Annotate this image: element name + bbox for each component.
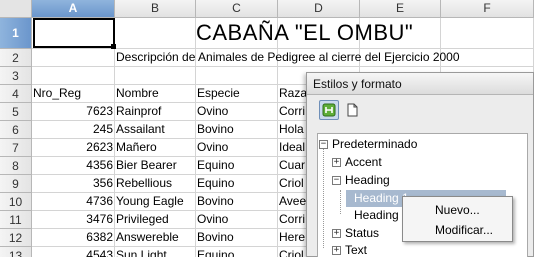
page-styles-button[interactable] bbox=[342, 100, 362, 120]
column-header-c[interactable]: C bbox=[196, 0, 278, 18]
cell-especie[interactable]: Equino bbox=[196, 175, 278, 193]
cell[interactable] bbox=[115, 18, 196, 49]
tree-item-heading-2[interactable]: Heading 2 bbox=[354, 207, 409, 224]
cell-nro-reg[interactable]: 3476 bbox=[32, 211, 115, 229]
cell-especie[interactable]: Bovino bbox=[196, 193, 278, 211]
row-header-5[interactable]: 5 bbox=[0, 103, 32, 121]
cell-especie[interactable]: Ovino bbox=[196, 103, 278, 121]
cell-especie[interactable]: Bovino bbox=[196, 121, 278, 139]
select-all-corner[interactable] bbox=[0, 0, 32, 18]
cell-nombre[interactable]: Rainprof bbox=[115, 103, 196, 121]
cell-nro-reg[interactable]: 4356 bbox=[32, 157, 115, 175]
menu-item-modify[interactable]: Modificar... bbox=[403, 220, 512, 240]
header-cell-nombre[interactable]: Nombre bbox=[115, 85, 196, 103]
row-header-11[interactable]: 11 bbox=[0, 211, 32, 229]
cell-nro-reg[interactable]: 245 bbox=[32, 121, 115, 139]
row-header-6[interactable]: 6 bbox=[0, 121, 32, 139]
tree-item-accent[interactable]: + Accent bbox=[332, 154, 382, 171]
sheet-description: Descripción de Animales de Pedigree al c… bbox=[116, 50, 460, 64]
active-cell-cursor bbox=[33, 18, 115, 48]
cell-nombre[interactable]: Answereble bbox=[115, 229, 196, 247]
header-cell-especie[interactable]: Especie bbox=[196, 85, 278, 103]
cell-especie[interactable]: Equino bbox=[196, 247, 278, 257]
row-header-13[interactable]: 13 bbox=[0, 247, 32, 257]
collapse-icon[interactable]: − bbox=[319, 140, 328, 149]
cell-nombre[interactable]: Privileged bbox=[115, 211, 196, 229]
column-header-e[interactable]: E bbox=[360, 0, 441, 18]
row-header-1[interactable]: 1 bbox=[0, 18, 32, 49]
row-header-12[interactable]: 12 bbox=[0, 229, 32, 247]
cell-nombre[interactable]: Sun Light bbox=[115, 247, 196, 257]
column-headers: A B C D E F bbox=[32, 0, 534, 18]
sheet-title: CABAÑA "EL OMBU" bbox=[196, 20, 414, 45]
style-context-menu: Nuevo... Modificar... bbox=[402, 196, 513, 242]
row-headers: 1 2 3 4 5 6 7 8 9 10 11 12 13 bbox=[0, 18, 32, 257]
column-header-a[interactable]: A bbox=[32, 0, 115, 18]
cell-nro-reg[interactable]: 6382 bbox=[32, 229, 115, 247]
tree-item-predeterminado[interactable]: − Predeterminado bbox=[319, 136, 417, 153]
tree-item-heading[interactable]: − Heading bbox=[332, 172, 390, 189]
collapse-icon[interactable]: − bbox=[332, 176, 341, 185]
cell-nombre[interactable]: Assailant bbox=[115, 121, 196, 139]
cell-especie[interactable]: Bovino bbox=[196, 229, 278, 247]
cell[interactable] bbox=[32, 49, 115, 67]
paragraph-styles-icon bbox=[322, 103, 336, 117]
panel-title[interactable]: Estilos y formato bbox=[307, 73, 533, 95]
page-styles-icon bbox=[347, 103, 358, 117]
cell[interactable] bbox=[196, 67, 278, 85]
cell-nombre[interactable]: Rebellious bbox=[115, 175, 196, 193]
cell[interactable] bbox=[115, 67, 196, 85]
row-header-9[interactable]: 9 bbox=[0, 175, 32, 193]
menu-item-new[interactable]: Nuevo... bbox=[403, 200, 512, 220]
tree-item-text[interactable]: + Text bbox=[332, 242, 367, 257]
header-cell-nro-reg[interactable]: Nro_Reg bbox=[32, 85, 115, 103]
row-header-8[interactable]: 8 bbox=[0, 157, 32, 175]
panel-toolbar bbox=[307, 95, 533, 125]
cell-especie[interactable]: Ovino bbox=[196, 211, 278, 229]
cell-nro-reg[interactable]: 356 bbox=[32, 175, 115, 193]
expand-icon[interactable]: + bbox=[332, 246, 341, 255]
cell-nro-reg[interactable]: 7623 bbox=[32, 103, 115, 121]
cell-nombre[interactable]: Bier Bearer bbox=[115, 157, 196, 175]
cell-nro-reg[interactable]: 2623 bbox=[32, 139, 115, 157]
tree-item-status[interactable]: + Status bbox=[332, 225, 379, 242]
cell-especie[interactable]: Equino bbox=[196, 157, 278, 175]
row-header-7[interactable]: 7 bbox=[0, 139, 32, 157]
column-header-d[interactable]: D bbox=[278, 0, 360, 18]
cell-nombre[interactable]: Young Eagle bbox=[115, 193, 196, 211]
row-header-4[interactable]: 4 bbox=[0, 85, 32, 103]
row-header-3[interactable]: 3 bbox=[0, 67, 32, 85]
expand-icon[interactable]: + bbox=[332, 158, 341, 167]
paragraph-styles-button[interactable] bbox=[319, 100, 339, 120]
cell-nombre[interactable]: Mañero bbox=[115, 139, 196, 157]
cell[interactable] bbox=[441, 18, 534, 49]
row-header-10[interactable]: 10 bbox=[0, 193, 32, 211]
cell-nro-reg[interactable]: 4543 bbox=[32, 247, 115, 257]
cell-especie[interactable]: Ovino bbox=[196, 139, 278, 157]
cell[interactable] bbox=[32, 67, 115, 85]
column-header-f[interactable]: F bbox=[441, 0, 534, 18]
row-header-2[interactable]: 2 bbox=[0, 49, 32, 67]
cell-nro-reg[interactable]: 4736 bbox=[32, 193, 115, 211]
fill-handle[interactable] bbox=[111, 44, 116, 49]
column-header-b[interactable]: B bbox=[115, 0, 196, 18]
expand-icon[interactable]: + bbox=[332, 229, 341, 238]
